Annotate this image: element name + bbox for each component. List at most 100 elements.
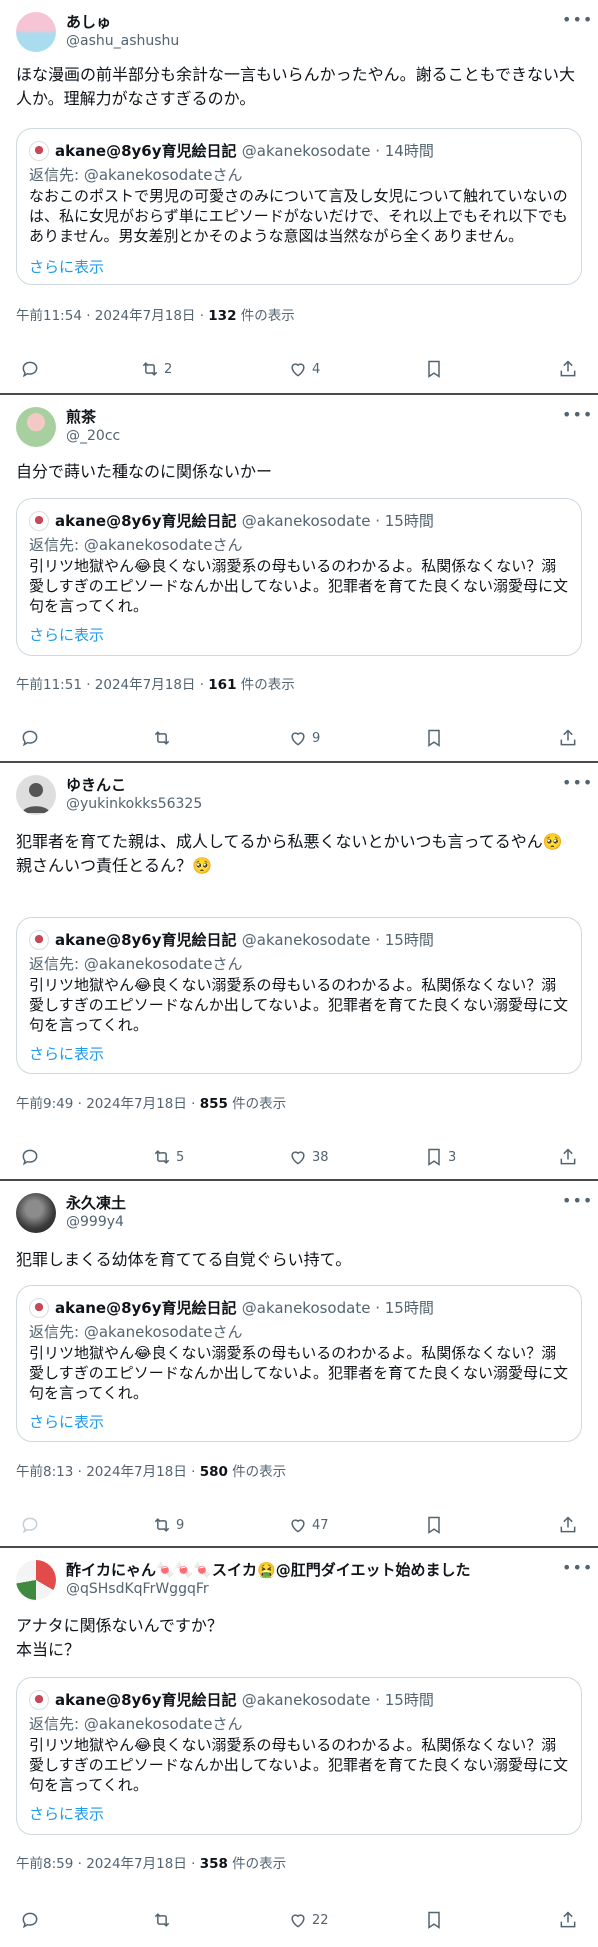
reply-icon	[22, 361, 38, 378]
show-more-link[interactable]: さらに表示	[29, 1804, 104, 1824]
user-handle[interactable]: @999y4	[66, 1213, 124, 1231]
quoted-text: 引リツ地獄やん😂良くない溺愛系の母もいるのわかるよ。私関係なくない？溺愛しすぎの…	[29, 1344, 568, 1402]
reply-icon	[22, 1517, 38, 1534]
quoted-tweet[interactable]: akane@8y6y育児絵日記 @akanekosodate · 14時間 返信…	[16, 128, 582, 285]
tweet-text: 自分で蒔いた種なのに関係ないかー	[16, 462, 273, 481]
timestamp[interactable]: 午前8:13 · 2024年7月18日 ·	[16, 1464, 200, 1480]
reply-button[interactable]	[20, 357, 44, 381]
reply-button[interactable]	[20, 1145, 44, 1169]
avatar[interactable]	[16, 1193, 56, 1233]
avatar[interactable]	[16, 12, 56, 52]
like-count: 9	[312, 730, 321, 746]
reply-button[interactable]	[20, 1513, 44, 1537]
retweet-button[interactable]: 9	[152, 1513, 184, 1537]
reply-icon	[22, 1912, 38, 1929]
user-name[interactable]: 永久凍土	[66, 1193, 126, 1213]
show-more-link[interactable]: さらに表示	[29, 257, 104, 277]
tweet-meta: 午前8:13 · 2024年7月18日 · 580 件の表示	[16, 1462, 286, 1482]
tweet[interactable]: 酢イカにゃん🍬🍬🍬スイカ🤮@肛門ダイエット始めました @qSHsdKqFrWgg…	[0, 1548, 598, 1947]
bookmark-button[interactable]	[424, 1908, 448, 1932]
show-more-link[interactable]: さらに表示	[29, 1412, 104, 1432]
quoted-text: なおこのポストで男児の可愛さのみについて言及し女児について触れていないのは、私に…	[29, 187, 568, 245]
tweet-meta: 午前8:59 · 2024年7月18日 · 358 件の表示	[16, 1854, 286, 1874]
view-count: 161	[208, 677, 237, 693]
action-bar: 22	[0, 1908, 598, 1932]
quoted-reply-to: 返信先: @akanekosodateさん	[29, 1715, 243, 1733]
share-button[interactable]	[558, 357, 578, 381]
more-icon[interactable]: •••	[562, 10, 592, 30]
user-name[interactable]: 酢イカにゃん🍬🍬🍬スイカ🤮@肛門ダイエット始めました	[66, 1560, 471, 1580]
tweet[interactable]: あしゅ @ashu_ashushu ••• ほな漫画の前半部分も余計な一言もいら…	[0, 0, 598, 395]
tweet-meta: 午前11:54 · 2024年7月18日 · 132 件の表示	[16, 306, 295, 326]
view-label: 件の表示	[236, 308, 295, 324]
timestamp[interactable]: 午前11:54 · 2024年7月18日 ·	[16, 308, 208, 324]
user-name[interactable]: ゆきんこ	[66, 775, 126, 795]
timestamp[interactable]: 午前11:51 · 2024年7月18日 ·	[16, 677, 208, 693]
tweet[interactable]: 永久凍土 @999y4 ••• 犯罪しまくる幼体を育ててる自覚ぐらい持て。 ak…	[0, 1181, 598, 1548]
retweet-button[interactable]: 2	[140, 357, 172, 381]
user-handle[interactable]: @yukinkokks56325	[66, 795, 202, 813]
like-button[interactable]: 9	[288, 726, 320, 750]
quoted-avatar	[29, 1690, 49, 1710]
reply-button[interactable]	[20, 726, 44, 750]
retweet-count: 9	[176, 1517, 185, 1533]
quoted-tweet[interactable]: akane@8y6y育児絵日記 @akanekosodate · 15時間 返信…	[16, 1677, 582, 1835]
quoted-meta: @akanekosodate · 15時間	[241, 1299, 434, 1317]
more-icon[interactable]: •••	[562, 1191, 592, 1211]
like-button[interactable]: 38	[288, 1145, 329, 1169]
like-count: 22	[312, 1912, 329, 1928]
avatar[interactable]	[16, 775, 56, 815]
retweet-count: 2	[164, 361, 173, 377]
like-button[interactable]: 47	[288, 1513, 329, 1537]
like-button[interactable]: 22	[288, 1908, 329, 1932]
timestamp[interactable]: 午前9:49 · 2024年7月18日 ·	[16, 1096, 200, 1112]
user-handle[interactable]: @_20cc	[66, 427, 120, 445]
view-count: 855	[199, 1096, 228, 1112]
like-icon	[291, 1519, 305, 1533]
share-button[interactable]	[558, 1145, 578, 1169]
bookmark-button[interactable]	[424, 1513, 448, 1537]
like-count: 4	[312, 361, 321, 377]
reply-icon	[22, 1149, 38, 1166]
bookmark-button[interactable]: 3	[424, 1145, 456, 1169]
more-icon[interactable]: •••	[562, 1558, 592, 1578]
quoted-user-name: akane@8y6y育児絵日記	[55, 1691, 237, 1709]
retweet-icon	[142, 362, 158, 376]
view-label: 件の表示	[236, 677, 295, 693]
more-icon[interactable]: •••	[562, 773, 592, 793]
quoted-tweet[interactable]: akane@8y6y育児絵日記 @akanekosodate · 15時間 返信…	[16, 917, 582, 1074]
share-button[interactable]	[558, 1908, 578, 1932]
user-name[interactable]: あしゅ	[66, 12, 111, 32]
more-icon[interactable]: •••	[562, 405, 592, 425]
user-handle[interactable]: @qSHsdKqFrWggqFr	[66, 1580, 209, 1598]
user-name[interactable]: 煎茶	[66, 407, 96, 427]
tweet[interactable]: 煎茶 @_20cc ••• 自分で蒔いた種なのに関係ないかー akane@8y6…	[0, 395, 598, 763]
like-button[interactable]: 4	[288, 357, 320, 381]
show-more-link[interactable]: さらに表示	[29, 625, 104, 645]
avatar[interactable]	[16, 1560, 56, 1600]
user-handle[interactable]: @ashu_ashushu	[66, 32, 179, 50]
quoted-reply-to: 返信先: @akanekosodateさん	[29, 955, 243, 973]
bookmark-button[interactable]	[424, 726, 448, 750]
action-bar: 2 4	[0, 357, 598, 381]
reply-button[interactable]	[20, 1908, 44, 1932]
timestamp[interactable]: 午前8:59 · 2024年7月18日 ·	[16, 1856, 200, 1872]
share-button[interactable]	[558, 726, 578, 750]
tweet[interactable]: ゆきんこ @yukinkokks56325 ••• 犯罪者を育てた親は、成人して…	[0, 763, 598, 1181]
tweet-text: アナタに関係ないんですか？ 本当に？	[16, 1616, 223, 1659]
quoted-tweet[interactable]: akane@8y6y育児絵日記 @akanekosodate · 15時間 返信…	[16, 1285, 582, 1442]
like-icon	[291, 732, 305, 746]
quoted-user: akane@8y6y育児絵日記 @akanekosodate · 15時間	[55, 1298, 434, 1318]
retweet-button[interactable]	[152, 1908, 176, 1932]
quoted-tweet[interactable]: akane@8y6y育児絵日記 @akanekosodate · 15時間 返信…	[16, 498, 582, 656]
action-bar: 9 47	[0, 1513, 598, 1537]
avatar[interactable]	[16, 407, 56, 447]
retweet-button[interactable]	[152, 726, 176, 750]
like-icon	[291, 363, 305, 377]
share-icon	[560, 360, 576, 377]
show-more-link[interactable]: さらに表示	[29, 1044, 104, 1064]
retweet-button[interactable]: 5	[152, 1145, 184, 1169]
bookmark-button[interactable]	[424, 357, 448, 381]
retweet-count: 5	[176, 1149, 185, 1165]
share-button[interactable]	[558, 1513, 578, 1537]
